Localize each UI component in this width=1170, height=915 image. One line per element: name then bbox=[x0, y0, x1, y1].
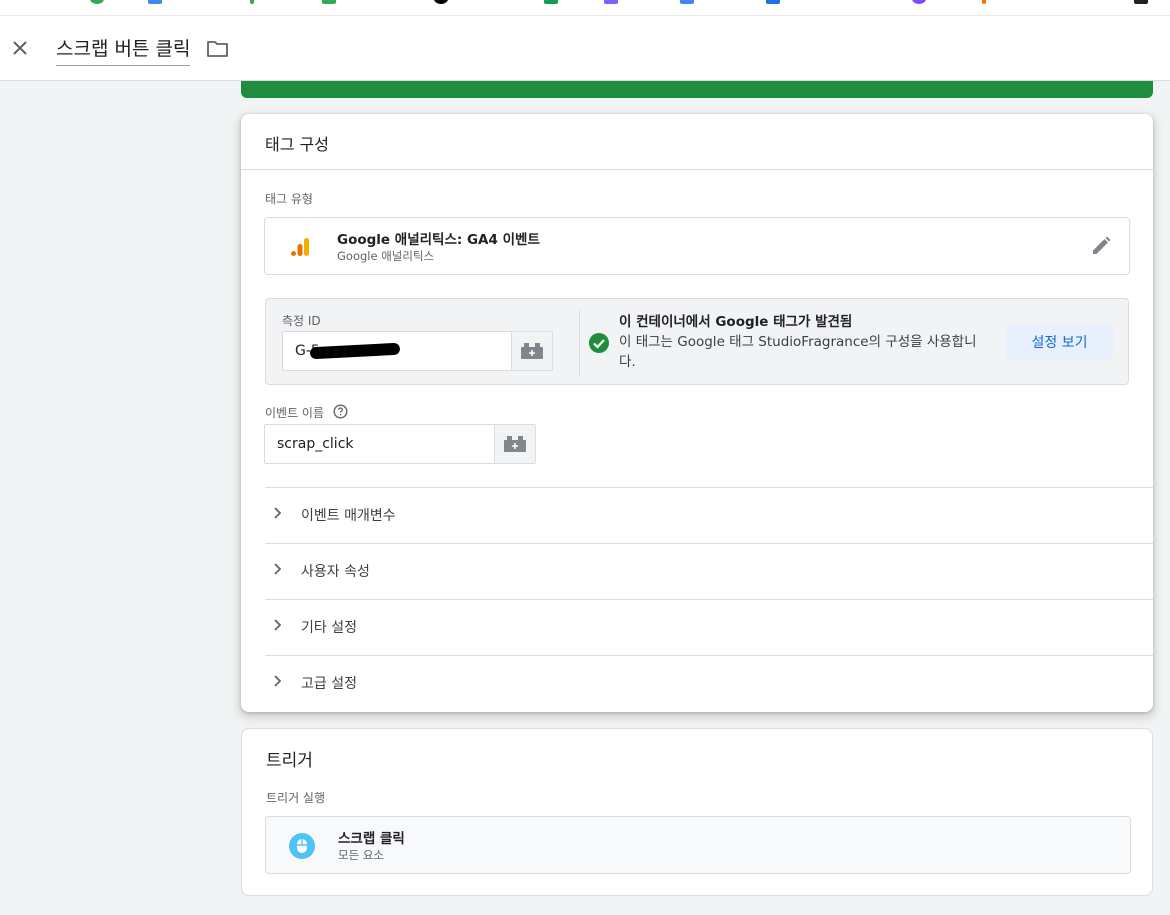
status-bar bbox=[241, 81, 1153, 98]
insert-variable-button[interactable] bbox=[511, 332, 552, 370]
measurement-id-panel: 측정 ID 이 컨테이너에서 Google 태그가 발견됨 이 태그는 Goog… bbox=[265, 298, 1129, 385]
section-label: 고급 설정 bbox=[301, 676, 357, 692]
trigger-item[interactable]: 스크랩 클릭 모든 요소 bbox=[265, 816, 1131, 874]
bookmark-icon[interactable] bbox=[1134, 0, 1148, 4]
view-settings-button[interactable]: 설정 보기 bbox=[1006, 324, 1113, 360]
measurement-id-label: 측정 ID bbox=[282, 314, 321, 328]
trigger-firing-label: 트리거 실행 bbox=[266, 791, 326, 805]
bookmark-icon[interactable] bbox=[434, 0, 448, 4]
tag-type-name: Google 애널리틱스: GA4 이벤트 bbox=[337, 232, 540, 248]
bookmark-icon[interactable] bbox=[912, 0, 926, 4]
pencil-icon bbox=[1093, 236, 1111, 254]
tag-type-label: 태그 유형 bbox=[265, 192, 313, 206]
trigger-name: 스크랩 클릭 bbox=[338, 831, 405, 847]
tag-found-title: 이 컨테이너에서 Google 태그가 발견됨 bbox=[619, 314, 853, 330]
tag-found-description: 이 태그는 Google 태그 StudioFragrance의 구성을 사용합… bbox=[619, 334, 977, 370]
bookmark-icon[interactable] bbox=[322, 0, 336, 4]
tag-name-title[interactable]: 스크랩 버튼 클릭 bbox=[56, 34, 191, 66]
insert-variable-button[interactable] bbox=[494, 425, 535, 463]
event-name-label: 이벤트 이름 bbox=[265, 406, 325, 420]
click-trigger-icon bbox=[289, 833, 315, 859]
divider bbox=[579, 309, 580, 376]
variable-icon bbox=[504, 436, 526, 452]
trigger-card: 트리거 트리거 실행 스크랩 클릭 모든 요소 bbox=[241, 728, 1153, 896]
bookmark-icon[interactable] bbox=[148, 0, 162, 4]
tag-type-selector[interactable]: Google 애널리틱스: GA4 이벤트 Google 애널리틱스 bbox=[264, 217, 1130, 275]
chevron-right-icon bbox=[274, 507, 282, 519]
analytics-icon bbox=[291, 238, 309, 256]
measurement-id-field bbox=[282, 331, 553, 371]
bookmark-icon[interactable] bbox=[250, 0, 254, 4]
chevron-right-icon bbox=[274, 675, 282, 687]
bookmark-icon[interactable] bbox=[766, 0, 780, 4]
section-more-settings[interactable]: 기타 설정 bbox=[265, 599, 1153, 655]
section-advanced-settings[interactable]: 고급 설정 bbox=[265, 655, 1153, 711]
trigger-subtitle: 모든 요소 bbox=[338, 848, 384, 862]
section-label: 기타 설정 bbox=[301, 620, 357, 636]
section-event-parameters[interactable]: 이벤트 매개변수 bbox=[265, 487, 1153, 543]
bookmark-icon[interactable] bbox=[90, 0, 104, 4]
chevron-right-icon bbox=[274, 619, 282, 631]
tag-config-card: 태그 구성 태그 유형 Google 애널리틱스: GA4 이벤트 Google… bbox=[241, 114, 1153, 712]
bookmark-icon[interactable] bbox=[544, 0, 558, 4]
folder-icon bbox=[207, 41, 228, 57]
editor-header: 스크랩 버튼 클릭 bbox=[0, 16, 1170, 81]
help-icon[interactable] bbox=[333, 404, 348, 419]
tag-type-subtitle: Google 애널리틱스 bbox=[337, 249, 435, 263]
bookmark-icon[interactable] bbox=[982, 0, 986, 4]
event-name-field bbox=[264, 424, 536, 464]
bookmark-icon[interactable] bbox=[680, 0, 694, 4]
check-circle-icon bbox=[589, 333, 609, 353]
section-label: 사용자 속성 bbox=[301, 564, 370, 580]
tag-config-title: 태그 구성 bbox=[265, 135, 329, 154]
close-icon bbox=[13, 41, 27, 55]
variable-icon bbox=[521, 343, 543, 359]
section-user-properties[interactable]: 사용자 속성 bbox=[265, 543, 1153, 599]
section-label: 이벤트 매개변수 bbox=[301, 508, 396, 524]
event-name-input[interactable] bbox=[265, 425, 494, 463]
chevron-right-icon bbox=[274, 563, 282, 575]
close-button[interactable] bbox=[8, 36, 32, 60]
edit-tag-type-button[interactable] bbox=[1089, 234, 1113, 258]
divider bbox=[241, 169, 1153, 170]
bookmarks-bar bbox=[0, 0, 1170, 16]
trigger-title: 트리거 bbox=[266, 751, 313, 771]
bookmark-icon[interactable] bbox=[604, 0, 618, 4]
folder-button[interactable] bbox=[206, 38, 230, 60]
